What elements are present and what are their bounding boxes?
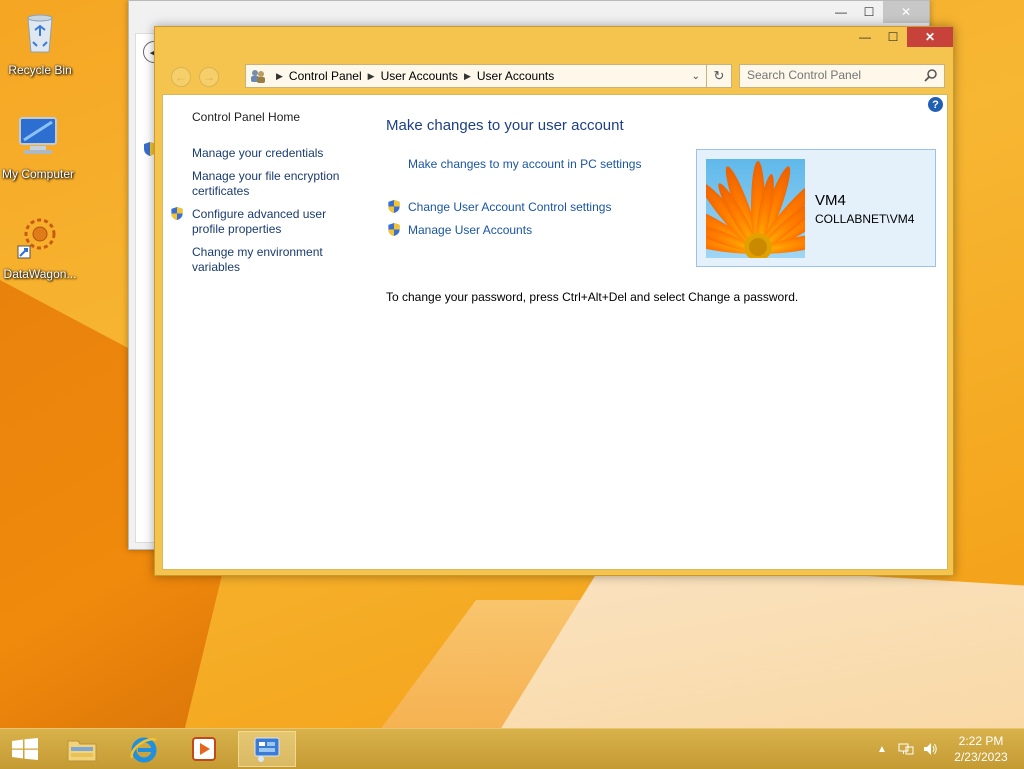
user-domain: COLLABNET\VM4 xyxy=(815,212,915,226)
shield-icon xyxy=(388,199,400,214)
maximize-icon[interactable]: ☐ xyxy=(855,1,883,23)
arrow-right-icon: → xyxy=(203,70,215,84)
file-encryption-link[interactable]: Manage your file encryption certificates xyxy=(192,169,357,199)
pc-settings-link[interactable]: Make changes to my account in PC setting… xyxy=(408,157,641,171)
environment-variables-link[interactable]: Change my environment variables xyxy=(192,245,357,275)
advanced-profile-link[interactable]: Configure advanced user profile properti… xyxy=(192,207,357,237)
minimize-button[interactable]: — xyxy=(851,27,879,47)
desktop-icon-my-computer[interactable]: My Computer xyxy=(0,112,76,181)
taskbar-media-player[interactable] xyxy=(176,731,232,767)
search-icon[interactable] xyxy=(924,68,938,82)
minimize-icon[interactable]: — xyxy=(827,1,855,23)
user-name: VM4 xyxy=(815,192,846,209)
breadcrumb-separator-icon: ▶ xyxy=(463,70,471,81)
desktop-icon-label: Recycle Bin xyxy=(8,63,72,77)
wallpaper-shape xyxy=(500,560,1024,730)
back-button[interactable]: ← xyxy=(171,67,191,87)
desktop-icon-datawagon[interactable]: DataWagon... xyxy=(2,212,78,281)
computer-icon xyxy=(19,117,57,154)
datawagon-icon xyxy=(17,218,56,259)
desktop-icon-label: My Computer xyxy=(1,167,75,181)
windows-logo-icon xyxy=(12,738,38,760)
breadcrumb-control-panel[interactable]: Control Panel xyxy=(289,69,362,83)
start-button[interactable] xyxy=(0,731,50,767)
breadcrumb-separator-icon: ▶ xyxy=(276,70,283,81)
taskbar-clock[interactable]: 2:22 PM 2/23/2023 xyxy=(946,733,1016,765)
system-tray: ▲ 2:22 PM 2/23/2023 xyxy=(874,729,1024,769)
search-box[interactable] xyxy=(739,64,945,88)
internet-explorer-icon xyxy=(130,737,157,763)
password-instructions: To change your password, press Ctrl+Alt+… xyxy=(386,290,799,304)
maximize-button[interactable]: ☐ xyxy=(879,27,907,47)
chevron-down-icon[interactable]: ⌄ xyxy=(692,71,700,82)
taskbar-control-panel[interactable] xyxy=(238,731,296,767)
network-icon[interactable] xyxy=(898,741,914,757)
manage-credentials-link[interactable]: Manage your credentials xyxy=(192,146,357,161)
clock-date: 2/23/2023 xyxy=(954,750,1008,764)
address-bar[interactable]: ▶ Control Panel ▶ User Accounts ▶ User A… xyxy=(245,64,707,88)
refresh-button[interactable]: ↻ xyxy=(707,64,732,88)
user-account-tile: VM4 COLLABNET\VM4 xyxy=(696,149,936,267)
manage-user-accounts-link[interactable]: Manage User Accounts xyxy=(408,223,532,237)
show-hidden-icons-icon[interactable]: ▲ xyxy=(874,741,890,757)
breadcrumb-user-accounts[interactable]: User Accounts xyxy=(381,69,458,83)
folder-icon xyxy=(67,740,97,762)
desktop-icon-recycle-bin[interactable]: Recycle Bin xyxy=(2,8,78,77)
taskbar: ▲ 2:22 PM 2/23/2023 xyxy=(0,728,1024,769)
help-icon[interactable]: ? xyxy=(928,97,943,112)
forward-button[interactable]: → xyxy=(199,67,219,87)
shield-icon xyxy=(388,222,400,237)
window-caption-buttons: — ☐ ✕ xyxy=(851,27,953,49)
taskbar-file-explorer[interactable] xyxy=(54,731,110,767)
arrow-left-icon: ← xyxy=(175,70,187,84)
page-title: Make changes to your user account xyxy=(386,117,624,134)
shield-icon xyxy=(171,206,183,221)
desktop-icon-label: DataWagon... xyxy=(3,267,77,281)
content-area: ? Control Panel Home Manage your credent… xyxy=(162,94,948,570)
recycle-bin-icon xyxy=(27,14,53,53)
taskbar-internet-explorer[interactable] xyxy=(116,731,172,767)
search-input[interactable] xyxy=(740,65,917,85)
control-panel-home-link[interactable]: Control Panel Home xyxy=(192,110,357,125)
user-accounts-icon xyxy=(251,70,265,83)
breadcrumb-separator-icon: ▶ xyxy=(367,70,375,81)
close-icon[interactable]: ✕ xyxy=(883,1,929,23)
breadcrumb-user-accounts-current[interactable]: User Accounts xyxy=(477,69,554,83)
uac-settings-link[interactable]: Change User Account Control settings xyxy=(408,200,611,214)
close-button[interactable]: ✕ xyxy=(907,27,953,47)
media-player-icon xyxy=(192,737,216,761)
control-panel-icon xyxy=(254,737,280,762)
clock-time: 2:22 PM xyxy=(958,734,1004,748)
control-panel-window[interactable]: — ☐ ✕ ← → ▶ Control Panel ▶ User Account… xyxy=(154,26,954,576)
refresh-icon: ↻ xyxy=(713,68,725,83)
user-picture-flower xyxy=(706,159,805,258)
volume-icon[interactable] xyxy=(922,741,938,757)
navigation-toolbar: ← → ▶ Control Panel ▶ User Accounts ▶ Us… xyxy=(155,61,953,91)
